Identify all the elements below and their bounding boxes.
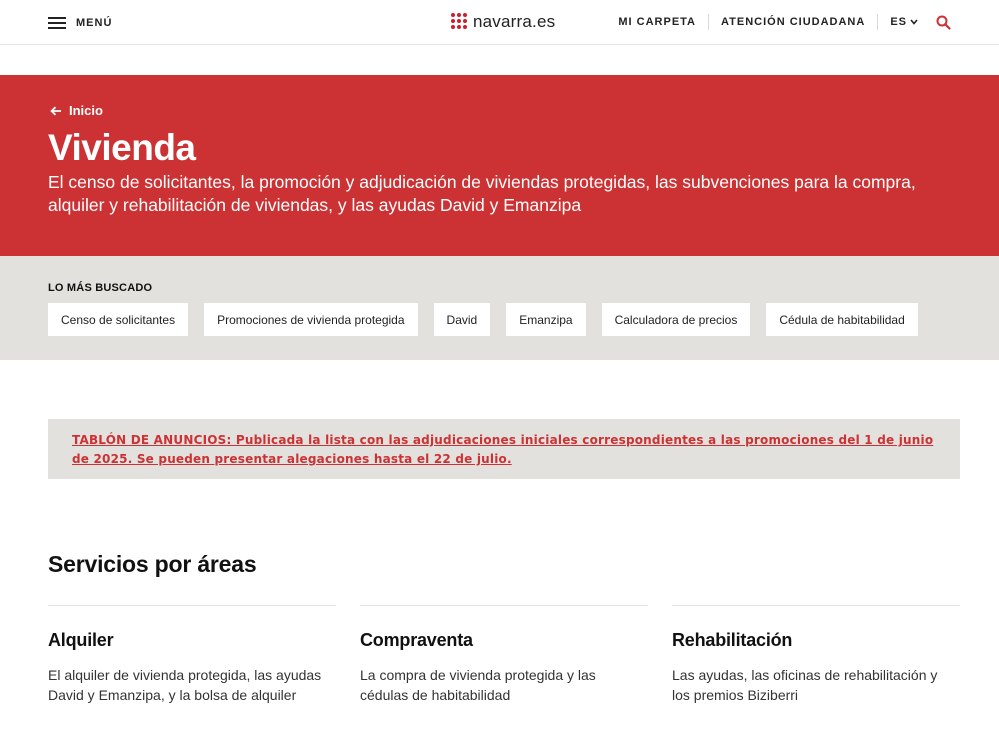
chip-david[interactable]: David — [433, 303, 491, 336]
hero-banner: Inicio Vivienda El censo de solicitantes… — [0, 75, 999, 256]
site-logo[interactable]: navarra.es — [451, 12, 555, 32]
back-link-label: Inicio — [69, 103, 103, 118]
most-searched-list: Censo de solicitantes Promociones de viv… — [48, 303, 934, 336]
service-card-compraventa: Compraventa La compra de vivienda proteg… — [360, 605, 648, 705]
service-title-rehabilitacion[interactable]: Rehabilitación — [672, 630, 960, 651]
service-title-alquiler[interactable]: Alquiler — [48, 630, 336, 651]
service-title-compraventa[interactable]: Compraventa — [360, 630, 648, 651]
hamburger-icon — [48, 17, 66, 29]
most-searched-title: LO MÁS BUSCADO — [48, 282, 153, 294]
announcement-banner: TABLÓN DE ANUNCIOS: Publicada la lista c… — [48, 419, 960, 479]
chip-promociones-vivienda[interactable]: Promociones de vivienda protegida — [204, 303, 418, 336]
nav-atencion-ciudadana[interactable]: ATENCIÓN CIUDADANA — [709, 14, 879, 30]
nav-mi-carpeta[interactable]: MI CARPETA — [618, 14, 710, 30]
chip-calculadora-precios[interactable]: Calculadora de precios — [601, 303, 751, 336]
service-description-rehabilitacion: Las ayudas, las oficinas de rehabilitaci… — [672, 667, 938, 703]
header-nav: MI CARPETA ATENCIÓN CIUDADANA ES — [618, 12, 951, 32]
language-selector[interactable]: ES — [878, 16, 930, 28]
search-icon — [936, 15, 951, 30]
menu-label: MENÚ — [76, 17, 113, 29]
announcement-link[interactable]: TABLÓN DE ANUNCIOS: Publicada la lista c… — [72, 433, 933, 466]
chevron-down-icon — [910, 19, 918, 25]
logo-text: navarra.es — [473, 12, 556, 31]
chip-censo-solicitantes[interactable]: Censo de solicitantes — [48, 303, 189, 336]
arrow-left-icon — [50, 106, 61, 115]
most-searched-section: LO MÁS BUSCADO Censo de solicitantes Pro… — [0, 256, 999, 360]
service-card-alquiler: Alquiler El alquiler de vivienda protegi… — [48, 605, 336, 705]
service-card-rehabilitacion: Rehabilitación Las ayudas, las oficinas … — [672, 605, 960, 705]
site-header: MENÚ navarra.es MI CARPETA ATENCIÓN CIUD… — [0, 0, 999, 45]
back-link-inicio[interactable]: Inicio — [50, 103, 103, 118]
language-label: ES — [890, 16, 907, 28]
service-description-compraventa: La compra de vivienda protegida y las cé… — [360, 667, 596, 703]
services-title: Servicios por áreas — [48, 551, 257, 577]
page-description: El censo de solicitantes, la promoción y… — [48, 172, 916, 215]
logo-dots-icon — [451, 13, 469, 31]
chip-emanzipa[interactable]: Emanzipa — [506, 303, 586, 336]
page-title: Vivienda — [48, 127, 196, 168]
menu-button[interactable]: MENÚ — [48, 14, 112, 32]
search-button[interactable] — [930, 15, 951, 30]
service-description-alquiler: El alquiler de vivienda protegida, las a… — [48, 667, 322, 703]
chip-cedula-habitabilidad[interactable]: Cédula de habitabilidad — [766, 303, 918, 336]
